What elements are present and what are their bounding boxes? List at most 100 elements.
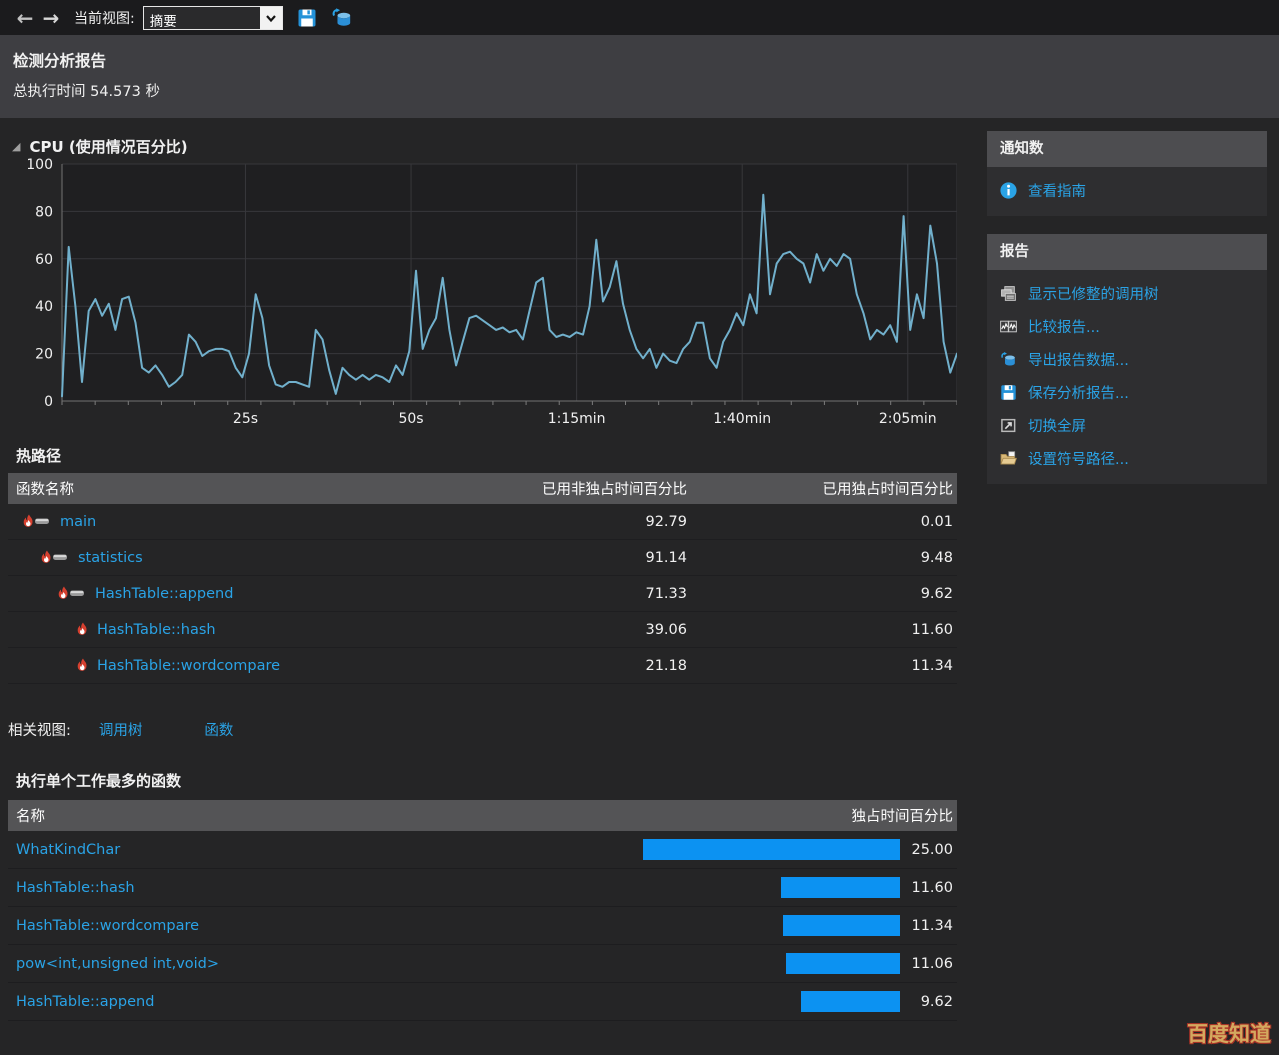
link-label: 比较报告... [1028, 316, 1100, 337]
back-arrow-icon[interactable]: ← [12, 6, 38, 30]
exclusive-time-bar [786, 953, 900, 974]
current-view-value: 摘要 [144, 7, 260, 29]
content: ◢ CPU (使用情况百分比) 02040608010025s50s1:15mi… [0, 118, 1279, 1021]
call-tree-icon [1000, 285, 1017, 302]
function-link[interactable]: statistics [78, 550, 143, 566]
svg-text:80: 80 [35, 204, 53, 220]
hot-path-table-header: 函数名称 已用非独占时间百分比 已用独占时间百分比 [8, 473, 957, 504]
function-link[interactable]: pow<int,unsigned int,void> [16, 956, 219, 972]
svg-text:40: 40 [35, 299, 53, 315]
link-label: 查看指南 [1028, 180, 1086, 201]
set-symbol-paths-link[interactable]: 设置符号路径... [987, 442, 1267, 475]
exclusive-time-bar [801, 991, 900, 1012]
inclusive-value: 21.18 [469, 658, 689, 674]
exclusive-time-bar [643, 839, 900, 860]
table-row: HashTable::hash 39.06 11.60 [8, 612, 957, 648]
report-header: 检测分析报告 总执行时间 54.573 秒 [0, 35, 1279, 118]
collapse-triangle-icon[interactable]: ◢ [12, 140, 20, 153]
save-icon [1000, 384, 1017, 401]
col-name: 名称 [8, 805, 500, 826]
svg-text:25s: 25s [233, 411, 258, 427]
inclusive-value: 71.33 [469, 586, 689, 602]
export-report-button[interactable] [331, 8, 353, 28]
table-row: HashTable::append 9.62 [8, 983, 957, 1021]
function-link[interactable]: HashTable::hash [16, 880, 135, 896]
table-row: HashTable::hash 11.60 [8, 869, 957, 907]
cpu-chart-title: CPU (使用情况百分比) [29, 136, 187, 157]
functions-link[interactable]: 函数 [204, 719, 233, 740]
save-analysis-report-link[interactable]: 保存分析报告... [987, 376, 1267, 409]
function-link[interactable]: main [60, 514, 96, 530]
compare-reports-icon [1000, 318, 1017, 335]
call-tree-link[interactable]: 调用树 [99, 719, 143, 740]
top-functions-title: 执行单个工作最多的函数 [16, 770, 957, 792]
export-data-icon [331, 8, 353, 28]
inclusive-value: 92.79 [469, 514, 689, 530]
folder-icon [1000, 450, 1017, 467]
svg-text:60: 60 [35, 252, 53, 268]
fullscreen-icon [1000, 417, 1017, 434]
cpu-usage-chart[interactable]: 02040608010025s50s1:15min1:40min2:05min [28, 158, 957, 431]
main-column: ◢ CPU (使用情况百分比) 02040608010025s50s1:15mi… [0, 118, 957, 1021]
toolbar: ← → 当前视图: 摘要 [0, 0, 1279, 35]
function-link[interactable]: WhatKindChar [16, 842, 120, 858]
exclusive-value: 9.62 [689, 586, 957, 602]
table-row: HashTable::wordcompare 21.18 11.34 [8, 648, 957, 684]
compare-reports-link[interactable]: 比较报告... [987, 310, 1267, 343]
view-guidance-link[interactable]: 查看指南 [987, 174, 1267, 207]
exclusive-value: 25.00 [900, 842, 957, 858]
svg-text:1:15min: 1:15min [548, 411, 606, 427]
reports-panel-title: 报告 [987, 234, 1267, 270]
exclusive-time-bar [783, 915, 900, 936]
function-link[interactable]: HashTable::append [16, 994, 154, 1010]
table-row: HashTable::append 71.33 9.62 [8, 576, 957, 612]
hot-path-table: 函数名称 已用非独占时间百分比 已用独占时间百分比 main 92.79 0.0… [8, 473, 957, 684]
related-views-label: 相关视图: [8, 719, 71, 740]
svg-text:0: 0 [44, 394, 53, 410]
hot-path-flame-icon [57, 586, 87, 601]
current-view-label: 当前视图: [74, 8, 135, 28]
exclusive-value: 9.48 [689, 550, 957, 566]
link-label: 切换全屏 [1028, 415, 1086, 436]
hot-path-title: 热路径 [16, 445, 957, 467]
page-title: 检测分析报告 [13, 49, 1279, 71]
exclusive-value: 11.60 [689, 622, 957, 638]
hot-path-flame-icon [22, 514, 52, 529]
current-view-dropdown[interactable]: 摘要 [143, 6, 283, 30]
chevron-down-icon [265, 13, 277, 23]
svg-text:50s: 50s [398, 411, 423, 427]
cpu-section-header[interactable]: ◢ CPU (使用情况百分比) [12, 134, 957, 158]
export-report-data-link[interactable]: 导出报告数据... [987, 343, 1267, 376]
function-link[interactable]: HashTable::wordcompare [97, 658, 280, 674]
related-views: 相关视图: 调用树 函数 [8, 718, 957, 740]
reports-panel: 报告 显示已修整的调用树 [987, 234, 1267, 484]
link-label: 保存分析报告... [1028, 382, 1129, 403]
notifications-panel: 通知数 查看指南 [987, 131, 1267, 216]
function-link[interactable]: HashTable::wordcompare [16, 918, 199, 934]
function-link[interactable]: HashTable::hash [97, 622, 216, 638]
link-label: 导出报告数据... [1028, 349, 1129, 370]
table-row: statistics 91.14 9.48 [8, 540, 957, 576]
flame-icon [76, 658, 89, 673]
top-functions-table-header: 名称 独占时间百分比 [8, 800, 957, 831]
export-data-icon [1000, 351, 1017, 368]
exclusive-value: 11.60 [900, 880, 957, 896]
sidebar: 通知数 查看指南 报告 [987, 131, 1267, 484]
exclusive-time-bar [781, 877, 900, 898]
function-link[interactable]: HashTable::append [95, 586, 233, 602]
flame-icon [76, 622, 89, 637]
inclusive-value: 39.06 [469, 622, 689, 638]
save-report-button[interactable] [297, 8, 317, 28]
toggle-fullscreen-link[interactable]: 切换全屏 [987, 409, 1267, 442]
forward-arrow-icon[interactable]: → [38, 6, 64, 30]
svg-text:20: 20 [35, 347, 53, 363]
table-row: HashTable::wordcompare 11.34 [8, 907, 957, 945]
inclusive-value: 91.14 [469, 550, 689, 566]
exclusive-value: 0.01 [689, 514, 957, 530]
table-row: WhatKindChar 25.00 [8, 831, 957, 869]
link-label: 设置符号路径... [1028, 448, 1129, 469]
dropdown-chevron-button[interactable] [260, 7, 282, 29]
svg-text:2:05min: 2:05min [879, 411, 937, 427]
show-trimmed-call-tree-link[interactable]: 显示已修整的调用树 [987, 277, 1267, 310]
info-icon [1000, 182, 1017, 199]
